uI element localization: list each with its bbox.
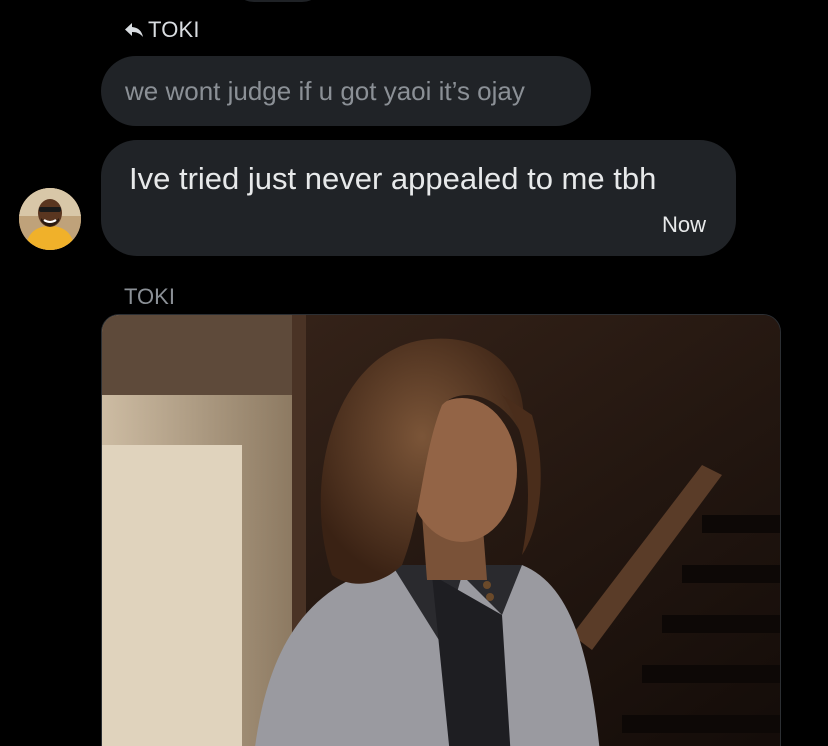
media-attachment[interactable] [101, 314, 781, 746]
avatar-image [19, 188, 81, 250]
quoted-message-text: we wont judge if u got yaoi it’s ojay [125, 75, 525, 106]
media-sender-label: TOKI [124, 284, 175, 309]
conversation-view: TOKI we wont judge if u got yaoi it’s oj… [0, 0, 828, 746]
message-timestamp: Now [661, 212, 706, 237]
previous-message-bubble[interactable] [232, 0, 324, 2]
avatar[interactable] [19, 188, 81, 250]
quoted-message-bubble[interactable]: we wont judge if u got yaoi it’s ojay [101, 56, 591, 126]
message-text: Ive tried just never appealed to me tbh [129, 161, 657, 196]
reply-target-name: TOKI [148, 17, 200, 42]
message-bubble[interactable]: Ive tried just never appealed to me tbh … [101, 140, 736, 256]
reply-indicator[interactable]: TOKI [124, 16, 200, 44]
media-preview-image [102, 315, 780, 746]
reply-arrow-icon [125, 23, 143, 37]
